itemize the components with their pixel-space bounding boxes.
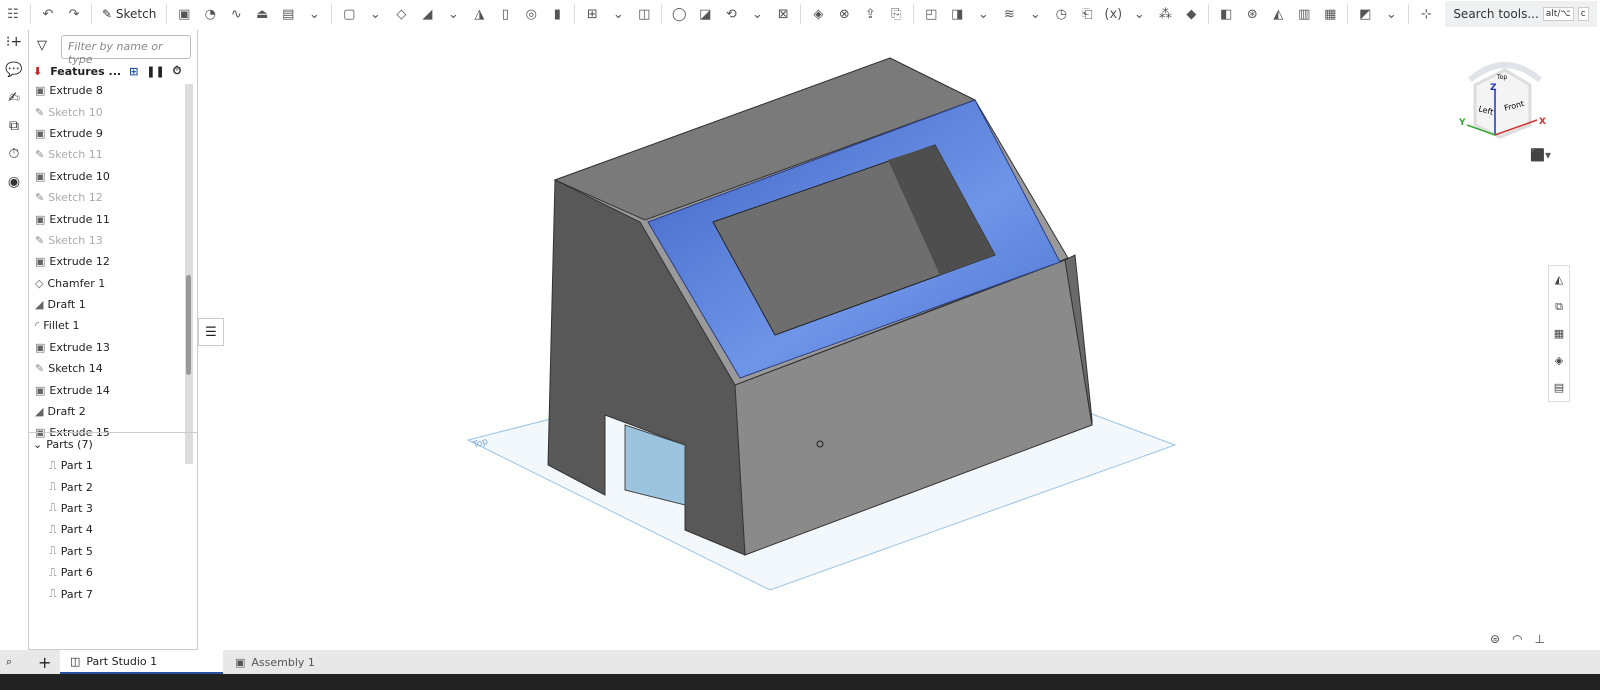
right-toolbar: ◭ ⧉ ▦ ◈ ▤: [1548, 265, 1570, 402]
section-view-icon[interactable]: ⧉: [1549, 293, 1569, 320]
units-icon[interactable]: ⊥: [1535, 632, 1545, 646]
status-bar: [0, 674, 1600, 690]
add-tab-button[interactable]: +: [28, 650, 60, 674]
z-label: Z: [1490, 83, 1497, 93]
explode-icon[interactable]: ◈: [1549, 347, 1569, 374]
x-label: X: [1539, 117, 1546, 127]
tab-part-studio-1[interactable]: ◫ Part Studio 1: [60, 650, 223, 674]
find-icon[interactable]: ⌕: [0, 650, 28, 674]
cube-top-label: Top: [1496, 74, 1507, 81]
bottom-right-icons: ⊜ ◠ ⊥: [1490, 632, 1545, 646]
viewport[interactable]: Top: [0, 0, 1600, 690]
tab-assembly-1[interactable]: ▣ Assembly 1: [225, 650, 383, 674]
view-cube[interactable]: Top Left Front Z X Y: [1445, 45, 1565, 165]
appearance-icon[interactable]: ◭: [1549, 266, 1569, 293]
tab-label: Assembly 1: [251, 655, 315, 669]
display-states-icon[interactable]: ▤: [1549, 374, 1569, 401]
measure-arc-icon[interactable]: ◠: [1512, 632, 1522, 646]
render-icon[interactable]: ▦: [1549, 320, 1569, 347]
part-studio-icon: ◫: [70, 654, 81, 668]
y-label: Y: [1458, 118, 1466, 128]
tab-bar: ⌕ + ◫ Part Studio 1 ▣ Assembly 1: [0, 650, 1600, 674]
mass-properties-icon[interactable]: ⊜: [1490, 632, 1500, 646]
assembly-icon: ▣: [235, 655, 246, 669]
view-options-icon[interactable]: ⬛▾: [1530, 148, 1551, 162]
tab-label: Part Studio 1: [86, 654, 158, 668]
